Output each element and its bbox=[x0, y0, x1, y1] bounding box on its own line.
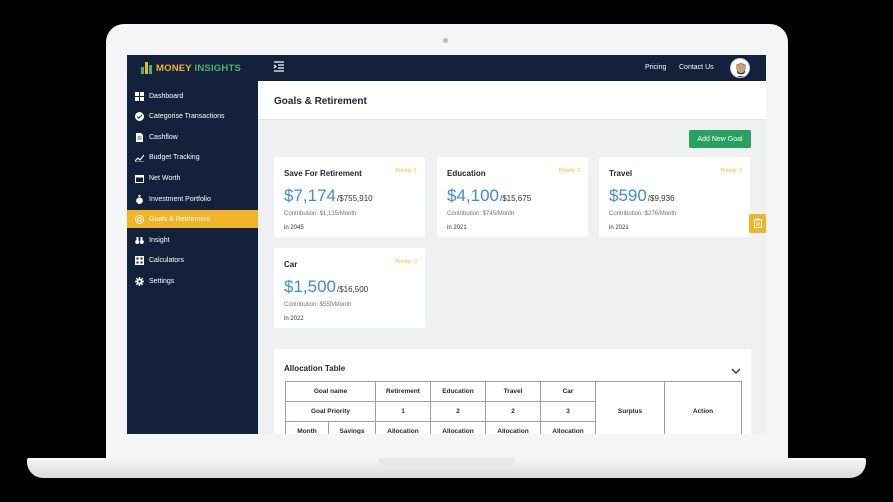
sidebar-item-settings[interactable]: Settings bbox=[127, 272, 258, 290]
money-bag-icon bbox=[135, 194, 144, 204]
goal-year: in 2022 bbox=[284, 316, 304, 322]
sidebar-item-label: Dashboard bbox=[149, 92, 184, 100]
goal-target: /$9,936 bbox=[647, 194, 675, 203]
document-icon bbox=[135, 132, 144, 142]
clipboard-icon bbox=[753, 215, 762, 233]
target-icon bbox=[135, 214, 144, 224]
table-cell: Goal Priority bbox=[285, 401, 376, 422]
goal-amount: $590/$9,936 bbox=[609, 186, 675, 205]
goal-target: /$755,910 bbox=[337, 194, 373, 203]
gear-icon bbox=[135, 276, 144, 286]
user-avatar[interactable] bbox=[730, 58, 750, 78]
goal-card-retirement[interactable]: Save For Retirement Priority: 1 $7,174/$… bbox=[274, 157, 425, 237]
sidebar-item-label: Net Worth bbox=[149, 174, 181, 182]
goal-contribution: Contribution: $276/Month bbox=[609, 211, 677, 217]
goal-card-education[interactable]: Education Priority: 2 $4,100/$15,675 Con… bbox=[437, 157, 588, 237]
goal-name: Car bbox=[284, 260, 298, 269]
goal-year: in 2045 bbox=[284, 225, 304, 231]
table-cell: 1 bbox=[375, 401, 431, 422]
table-cell: Goal name bbox=[285, 381, 376, 402]
table-cell: Month bbox=[285, 421, 329, 434]
sidebar-item-budget-tracking[interactable]: Budget Tracking bbox=[127, 148, 258, 166]
sidebar-item-investment-portfolio[interactable]: Investment Portfolio bbox=[127, 190, 258, 208]
table-cell: Allocation bbox=[485, 421, 541, 434]
table-cell: Allocation bbox=[375, 421, 431, 434]
table-cell: Retirement bbox=[375, 381, 431, 402]
goal-year: in 2021 bbox=[609, 225, 629, 231]
goal-amount: $1,500/$16,500 bbox=[284, 277, 369, 296]
chevron-down-icon[interactable] bbox=[731, 362, 741, 374]
nav-contact-link[interactable]: Contact Us bbox=[679, 64, 714, 71]
brand-logo[interactable]: MONEY INSIGHTS bbox=[141, 62, 241, 74]
table-cell: 2 bbox=[485, 401, 541, 422]
goal-amount: $7,174/$755,910 bbox=[284, 186, 373, 205]
allocation-panel: Allocation Table Goal name Retirement Ed… bbox=[274, 349, 751, 434]
goal-priority: Priority: 2 bbox=[558, 168, 580, 174]
main-content: Goals & Retirement Add New Goal Save For… bbox=[258, 81, 766, 434]
goal-card-car[interactable]: Car Priority: 3 $1,500/$16,500 Contribut… bbox=[274, 248, 425, 328]
goal-priority: Priority: 1 bbox=[395, 168, 417, 174]
table-cell: Surplus bbox=[595, 381, 665, 434]
goal-contribution: Contribution: $745/Month bbox=[447, 211, 515, 217]
sidebar-item-calculators[interactable]: Calculators bbox=[127, 251, 258, 269]
sidebar-item-label: Calculators bbox=[149, 256, 185, 264]
app-screen: MONEY INSIGHTS Pricing Contact Us Dashbo… bbox=[127, 55, 766, 434]
binoculars-icon bbox=[135, 236, 144, 245]
table-cell: Travel bbox=[485, 381, 541, 402]
page-title: Goals & Retirement bbox=[274, 96, 367, 107]
table-cell: Car bbox=[540, 381, 596, 402]
table-cell: 3 bbox=[540, 401, 596, 422]
table-cell: Allocation bbox=[540, 421, 596, 434]
table-row: Goal name Retirement Education Travel Ca… bbox=[285, 381, 742, 434]
table-cell: Allocation bbox=[430, 421, 486, 434]
table-cell: Action bbox=[664, 381, 742, 434]
goal-card-travel[interactable]: Travel Priority: 2 $590/$9,936 Contribut… bbox=[599, 157, 750, 237]
sidebar-item-insight[interactable]: Insight bbox=[127, 231, 258, 249]
sidebar-item-dashboard[interactable]: Dashboard bbox=[127, 87, 258, 105]
table-cell: 2 bbox=[430, 401, 486, 422]
sidebar-item-label: Goals & Retirement bbox=[149, 215, 211, 223]
goal-target: /$15,675 bbox=[500, 194, 532, 203]
table-cell: Savings bbox=[328, 421, 376, 434]
add-new-goal-button[interactable]: Add New Goal bbox=[689, 130, 751, 148]
page-header: Goals & Retirement bbox=[258, 81, 766, 120]
nav-pricing-link[interactable]: Pricing bbox=[645, 64, 666, 71]
grid-icon bbox=[135, 91, 144, 101]
logo-bars-icon bbox=[141, 62, 152, 74]
goal-name: Education bbox=[447, 169, 486, 178]
goal-name: Save For Retirement bbox=[284, 169, 362, 178]
calendar-icon bbox=[135, 174, 144, 183]
goal-priority: Priority: 2 bbox=[720, 168, 742, 174]
trend-icon bbox=[135, 153, 144, 162]
goal-contribution: Contribution: $550/Month bbox=[284, 302, 352, 308]
sidebar-item-label: Insight bbox=[149, 236, 170, 244]
goal-target: /$16,500 bbox=[337, 285, 369, 294]
check-circle-icon bbox=[135, 111, 144, 121]
menu-collapse-icon[interactable] bbox=[273, 61, 285, 74]
clipboard-tab[interactable] bbox=[749, 214, 766, 233]
camera-icon bbox=[443, 38, 448, 43]
goal-amount: $4,100/$15,675 bbox=[447, 186, 532, 205]
sidebar-item-label: Categorise Transactions bbox=[149, 112, 225, 120]
sidebar: Dashboard Categorise Transactions Cashfl… bbox=[127, 81, 258, 434]
brand-name: MONEY INSIGHTS bbox=[156, 62, 241, 74]
allocation-title: Allocation Table bbox=[284, 364, 346, 373]
goal-contribution: Contribution: $1,135/Month bbox=[284, 211, 357, 217]
goal-year: in 2021 bbox=[447, 225, 467, 231]
calculator-icon bbox=[135, 255, 144, 265]
top-navbar: MONEY INSIGHTS Pricing Contact Us bbox=[127, 55, 766, 81]
allocation-table: Goal name Retirement Education Travel Ca… bbox=[285, 381, 742, 434]
sidebar-item-label: Investment Portfolio bbox=[149, 195, 211, 203]
sidebar-item-label: Budget Tracking bbox=[149, 153, 200, 161]
sidebar-item-net-worth[interactable]: Net Worth bbox=[127, 169, 258, 187]
goal-priority: Priority: 3 bbox=[395, 259, 417, 265]
laptop-notch bbox=[378, 458, 515, 466]
sidebar-item-label: Cashflow bbox=[149, 133, 178, 141]
sidebar-item-label: Settings bbox=[149, 277, 175, 285]
goal-name: Travel bbox=[609, 169, 633, 178]
sidebar-item-categorise-transactions[interactable]: Categorise Transactions bbox=[127, 107, 258, 125]
table-cell: Education bbox=[430, 381, 486, 402]
sidebar-item-goals-retirement[interactable]: Goals & Retirement bbox=[127, 210, 258, 228]
sidebar-item-cashflow[interactable]: Cashflow bbox=[127, 128, 258, 146]
